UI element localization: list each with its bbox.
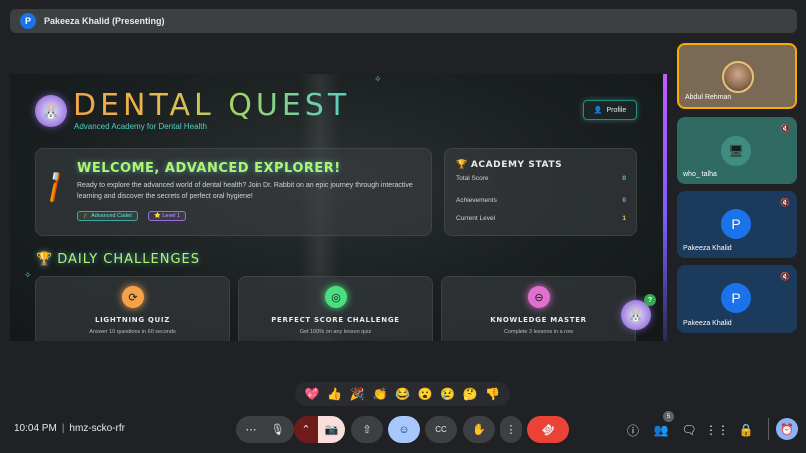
meeting-details-icon[interactable]: ⓘ [624,421,642,439]
hand-icon: ✋ [472,424,486,436]
challenge-card-perfect-score[interactable]: ◎ PERFECT SCORE CHALLENGE Get 100% on an… [238,276,433,341]
camera-toggle-button[interactable]: 📷 [318,416,345,443]
stat-row-level: Current Level 1 [456,215,626,222]
brain-icon: ⊖ [528,286,550,308]
challenges-heading: 🏆 DAILY CHALLENGES [36,252,200,267]
stat-value: 1 [622,215,626,222]
assistant-icon[interactable]: ⏰ [776,418,798,440]
thumbs-up-reaction-icon[interactable]: 👍 [327,388,342,400]
rabbit-logo: 🐰 [35,95,67,127]
rank-badge: 🎓 Advanced Cadet [77,211,138,221]
leave-call-button[interactable]: ☎ [527,416,569,443]
trophy-icon: 🏆 [456,160,468,170]
welcome-text: Ready to explore the advanced world of d… [77,182,413,200]
avatar: P [721,283,751,313]
more-vertical-icon: ⋮ [505,424,517,436]
chevron-up-icon: ⌃ [301,424,311,436]
participant-name: who_ talha [683,171,717,178]
avatar: P [721,209,751,239]
participant-tile[interactable]: 🔇 🖥 who_ talha [677,117,797,184]
stat-value: 0 [622,175,626,182]
challenge-card-knowledge-master[interactable]: ⊖ KNOWLEDGE MASTER Complete 3 lessons in… [441,276,636,341]
challenge-title: LIGHTNING QUIZ [94,316,171,324]
divider [768,418,769,440]
toothbrush-icon: 🪥 [36,168,73,205]
participant-tile[interactable]: 🔇 P Pakeeza Khalid [677,191,797,258]
activities-grid-icon[interactable]: ⋮⋮ [705,421,729,439]
help-badge: ? [644,294,656,306]
user-icon: 👤 [593,107,603,114]
challenge-title: KNOWLEDGE MASTER [490,316,587,324]
party-reaction-icon[interactable]: 🎉 [350,388,365,400]
host-controls-lock-icon[interactable]: 🔒 [737,421,755,439]
profile-button[interactable]: 👤 Profile [583,100,637,120]
participant-name: Pakeeza Khalid [683,245,732,252]
thinking-reaction-icon[interactable]: 🤔 [463,388,478,400]
stats-heading: ACADEMY STATS [470,160,563,170]
people-icon[interactable]: 👥 [652,421,670,439]
participant-tile[interactable]: 🔇 P Pakeeza Khalid [677,265,797,333]
presenter-avatar: P [20,13,36,29]
more-options-button[interactable]: ⋮ [500,416,522,443]
shared-screen[interactable]: 🐰 DENTAL QUEST Advanced Academy for Dent… [10,74,667,341]
mic-off-icon: 🔇 [780,272,790,281]
welcome-card: 🪥 WELCOME, ADVANCED EXPLORER! Ready to e… [35,148,432,236]
raise-hand-button[interactable]: ✋ [463,416,495,443]
challenge-card-lightning-quiz[interactable]: ⟳ LIGHTNING QUIZ Answer 10 questions in … [35,276,230,341]
trophy-icon: 🏆 [36,252,54,267]
target-icon: ◎ [325,286,347,308]
welcome-heading: WELCOME, ADVANCED EXPLORER! [77,161,341,176]
sparkle-icon: ✧ [24,270,32,280]
challenge-desc: Get 100% on any lesson quiz [299,329,372,335]
app-subtitle: Advanced Academy for Dental Health [74,122,207,131]
chat-icon[interactable]: 🗨 [680,421,698,439]
sad-reaction-icon[interactable]: 😢 [440,388,455,400]
participant-count-badge: 5 [663,411,674,422]
stat-row-achievements: Achievements 0 [456,197,626,204]
captions-button[interactable]: CC [425,416,457,443]
mic-icon[interactable]: 🎙 [271,423,285,436]
camera-options-button[interactable]: ⌃ [294,416,318,443]
meeting-info: 10:04 PM | hmz-scko-rfr [14,423,125,434]
laugh-reaction-icon[interactable]: 😂 [395,388,410,400]
emoji-icon: ☺ [398,423,410,436]
stat-row-score: Total Score 0 [456,175,626,182]
stats-card: 🏆 ACADEMY STATS Total Score 0 Achievement… [444,148,637,236]
clock-time: 10:04 PM [14,423,57,434]
camera-off-icon: 📷 [324,424,339,436]
stat-value: 0 [622,197,626,204]
surprised-reaction-icon[interactable]: 😮 [418,388,433,400]
level-badge: ⭐ Level 1 [148,211,187,221]
avatar: 🖥 [721,136,751,166]
mic-control-group: ⋯ 🎙 [236,416,294,443]
present-button[interactable]: ⇧ [351,416,383,443]
participant-name: Abdul Rehman [685,94,732,101]
challenge-title: PERFECT SCORE CHALLENGE [271,316,400,324]
challenge-desc: Answer 10 questions in 60 seconds [89,329,176,335]
participant-name: Pakeeza Khalid [683,320,732,327]
avatar [722,61,754,93]
mic-off-icon: 🔇 [780,124,790,133]
participant-tile[interactable]: Abdul Rehman [677,43,797,109]
presenter-bar: P Pakeeza Khalid (Presenting) [10,9,797,33]
more-audio-options-icon[interactable]: ⋯ [246,423,257,436]
meeting-code: hmz-scko-rfr [69,423,125,434]
app-title: DENTAL QUEST [73,88,351,123]
mic-off-icon: 🔇 [780,198,790,207]
present-screen-icon: ⇧ [362,424,372,436]
profile-label: Profile [606,106,627,114]
heart-reaction-icon[interactable]: 💖 [305,388,320,400]
reaction-bar: 💖 👍 🎉 👏 😂 😮 😢 🤔 👎 [295,382,510,406]
scrollbar[interactable] [663,74,667,341]
captions-icon: CC [435,425,447,434]
challenge-desc: Complete 3 lessons in a row [503,329,574,335]
timer-icon: ⟳ [122,286,144,308]
sparkle-icon: ✧ [374,74,382,84]
clap-reaction-icon[interactable]: 👏 [372,388,387,400]
reactions-button[interactable]: ☺ [388,416,420,443]
end-call-icon: ☎ [538,420,557,439]
presenter-label: Pakeeza Khalid (Presenting) [44,16,165,26]
thumbs-down-reaction-icon[interactable]: 👎 [485,388,500,400]
